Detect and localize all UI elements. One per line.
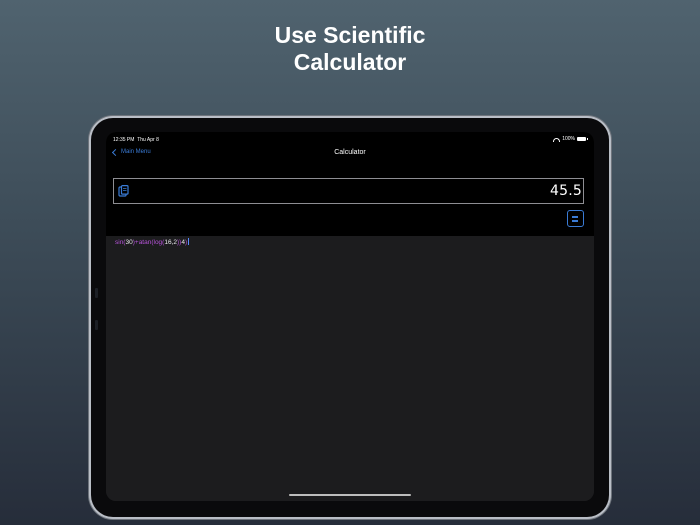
battery-percent: 100% [562, 136, 575, 142]
status-time-text: 12:35 PM [113, 137, 135, 143]
expression-editor[interactable]: sin(30)+atan(log(16,2))4) [106, 236, 594, 501]
home-indicator[interactable] [289, 494, 411, 496]
status-bar: 12:35 PM Thu Apr 8 100% [106, 132, 594, 148]
expression-token: sin( [115, 239, 126, 246]
status-indicators: 100% [553, 136, 588, 142]
status-date-text: Thu Apr 8 [137, 137, 159, 143]
battery-icon [577, 137, 588, 141]
expression-token: 30 [125, 239, 133, 246]
result-display: 45.5 [113, 178, 584, 204]
device-side-button [95, 288, 98, 298]
clipboard-icon[interactable] [118, 185, 129, 197]
status-time: 12:35 PM Thu Apr 8 [113, 137, 159, 143]
equals-icon [572, 220, 578, 222]
page-title: Calculator [334, 149, 366, 156]
equals-icon [572, 216, 578, 218]
navigation-bar: Main Menu Calculator [106, 148, 594, 162]
result-value: 45.5 [550, 183, 582, 199]
app-screen: 12:35 PM Thu Apr 8 100% Main Menu Calcul… [106, 132, 594, 501]
device-side-button [95, 320, 98, 330]
expression-token: 16,2 [164, 239, 177, 246]
equals-button[interactable] [567, 210, 584, 227]
headline-line-2: Calculator [293, 49, 407, 75]
headline-line-1: Use Scientific [274, 22, 426, 48]
expression-token: atan(log( [138, 239, 165, 246]
wifi-icon [553, 138, 561, 142]
expression-text[interactable]: sin(30)+atan(log(16,2))4) [115, 238, 189, 246]
promo-headline: Use Scientific Calculator [0, 22, 700, 76]
display-area: 45.5 [106, 162, 594, 236]
expression-token: ) [184, 239, 188, 246]
text-caret [188, 238, 189, 245]
